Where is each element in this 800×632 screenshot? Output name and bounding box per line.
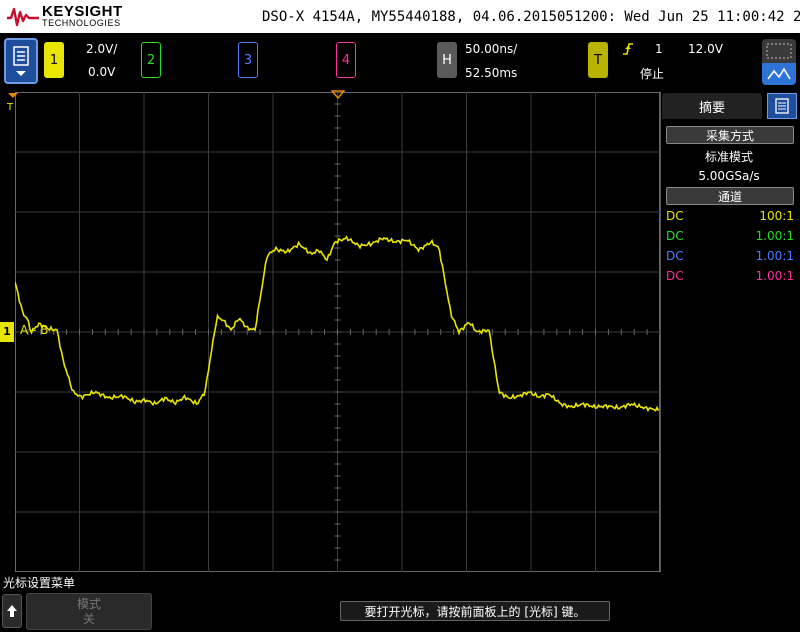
probe-ratio: 100:1 (759, 209, 794, 223)
rising-edge-icon (623, 43, 633, 55)
channel-3-coupling-row: DC 1.00:1 (666, 249, 794, 263)
display-grid-button[interactable] (762, 39, 796, 85)
softkey-menu-title: 光标设置菜单 (3, 576, 76, 590)
probe-ratio: 1.00:1 (755, 269, 794, 283)
tab-summary[interactable]: 摘要 (662, 93, 762, 119)
main-menu-button[interactable] (4, 38, 38, 84)
softkey-label: 模式 (76, 597, 101, 611)
keysight-logo-icon (7, 7, 39, 27)
coupling: DC (666, 269, 684, 283)
channel-1-ground-marker[interactable]: 1 (0, 322, 14, 342)
acquisition-status: 停止 (640, 67, 665, 81)
acquire-mode-value: 标准模式 (704, 150, 753, 164)
timebase-delay: 52.50ms (465, 66, 518, 80)
brand-subtitle: TECHNOLOGIES (42, 18, 121, 28)
softkey-value: 关 (82, 612, 95, 626)
trigger-level: 12.0V (688, 42, 723, 56)
channel-4-coupling-row: DC 1.00:1 (666, 269, 794, 283)
trigger-source: 1 (655, 42, 663, 56)
channel-2-button[interactable]: 2 (141, 42, 161, 78)
list-icon (775, 98, 789, 114)
panel-list-button[interactable] (767, 93, 797, 119)
instrument-info: DSO-X 4154A, MY55440188, 04.06.201505120… (262, 9, 800, 25)
channel-4-button[interactable]: 4 (336, 42, 356, 78)
cursor-label: A - B (20, 323, 49, 337)
waveform-display[interactable] (15, 92, 660, 572)
trigger-delay-marker (331, 90, 345, 100)
channel-1-scale: 2.0V/ (86, 42, 118, 56)
timebase-scale: 50.00ns/ (465, 42, 518, 56)
trigger-button[interactable]: T (588, 42, 608, 78)
probe-ratio: 1.00:1 (755, 229, 794, 243)
channels-header[interactable]: 通道 (666, 187, 794, 205)
grid-icon (762, 39, 796, 85)
channel-2-coupling-row: DC 1.00:1 (666, 229, 794, 243)
trigger-marker-label: T (7, 102, 14, 113)
probe-ratio: 1.00:1 (755, 249, 794, 263)
menu-up-button[interactable] (2, 594, 22, 628)
channel-1-button[interactable]: 1 (44, 42, 64, 78)
status-message: 要打开光标，请按前面板上的 [光标] 键。 (340, 601, 610, 621)
coupling: DC (666, 249, 684, 263)
acquire-mode-header[interactable]: 采集方式 (666, 126, 794, 144)
channel-1-offset: 0.0V (88, 65, 116, 79)
menu-icon (13, 46, 29, 76)
coupling: DC (666, 209, 684, 223)
arrow-up-icon (7, 605, 17, 617)
channel-3-button[interactable]: 3 (238, 42, 258, 78)
sample-rate: 5.00GSa/s (698, 169, 760, 183)
cursor-mode-softkey[interactable]: 模式 关 (26, 593, 152, 630)
coupling: DC (666, 229, 684, 243)
horizontal-button[interactable]: H (437, 42, 457, 78)
channel-1-coupling-row: DC 100:1 (666, 209, 794, 223)
